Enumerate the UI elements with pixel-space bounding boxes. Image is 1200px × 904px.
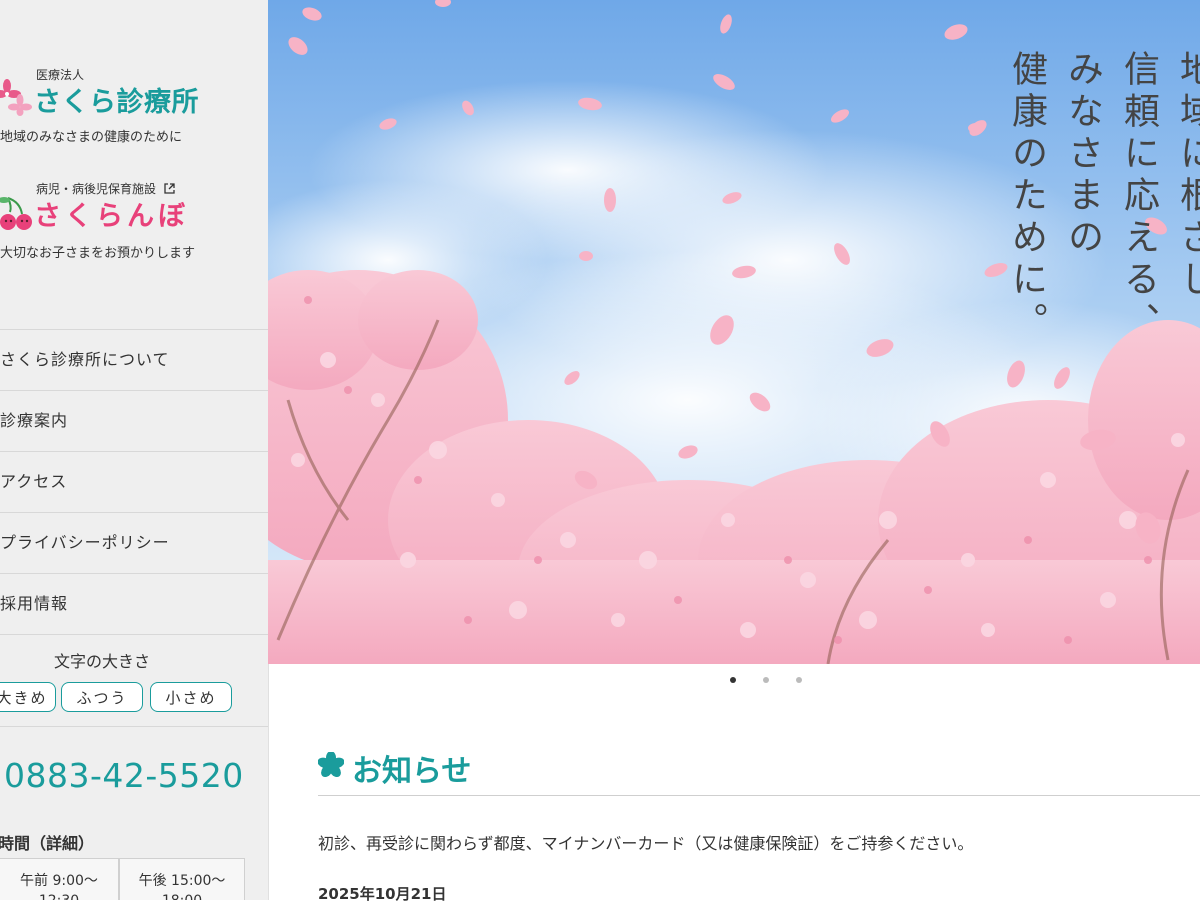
nav-item-about[interactable]: さくら診療所について (0, 330, 268, 391)
clinic-name: さくら診療所 (34, 87, 199, 118)
news-heading-title: お知らせ (352, 754, 472, 789)
hours-table: 午前 9:00〜 12:30 午後 15:00〜 18:00 (0, 858, 245, 900)
font-size-large-button[interactable]: 大きめ (0, 682, 56, 712)
clinic-logo-link[interactable]: 医療法人 さくら診療所 地域のみなさまの健康のために (0, 66, 230, 146)
hero-catch-line-3: みなさまの (1062, 50, 1103, 260)
nav-item-privacy[interactable]: プライバシーポリシー (0, 513, 268, 574)
nursery-name: さくらんぼ (34, 201, 189, 232)
font-size-label: 文字の大きさ (53, 652, 150, 671)
hours-title: 時間（詳細） (0, 834, 95, 853)
hours-cell-am: 午前 9:00〜 12:30 (0, 859, 119, 900)
slider-dot-2[interactable] (763, 677, 769, 683)
font-size-small-button[interactable]: 小さめ (150, 682, 232, 712)
nursery-tagline: 大切なお子さまをお預かりします (0, 246, 196, 261)
slider-dot-1[interactable] (730, 677, 736, 683)
nav-item-recruit[interactable]: 採用情報 (0, 574, 268, 635)
font-size-normal-button[interactable]: ふつう (61, 682, 143, 712)
hours-cell-pm: 午後 15:00〜 18:00 (119, 859, 245, 900)
font-size-switcher: 文字の大きさ 大きめ ふつう 小さめ (0, 636, 268, 727)
nursery-logo-link[interactable]: 病児・病後児保育施設 さくらんぼ 大切なお子さまをお預かりします (0, 180, 230, 261)
slider-dot-3[interactable] (796, 677, 802, 683)
nav-item-access[interactable]: アクセス (0, 452, 268, 513)
phone-number-link[interactable]: 0883-42-5520 (4, 756, 244, 795)
news-divider (318, 795, 1200, 796)
hero-catch-line-2: 信頼に応える、 (1118, 50, 1159, 344)
hero-catch-line-4: 健康のために。 (1006, 50, 1047, 344)
cherry-icon (0, 192, 34, 236)
hero-catch-line-1: 地域に根ざし (1174, 50, 1200, 302)
sakura-flower-icon (317, 751, 345, 782)
sakura-flower-icon (0, 76, 32, 120)
sidebar: 医療法人 さくら診療所 地域のみなさまの健康のために 病児・病後児保育施設 さく… (0, 0, 269, 900)
news-item-text: 初診、再受診に関わらず都度、マイナンバーカード（又は健康保険証）をご持参ください… (318, 834, 974, 853)
clinic-tagline: 地域のみなさまの健康のために (0, 130, 183, 145)
main-nav: さくら診療所について 診療案内 アクセス プライバシーポリシー 採用情報 (0, 329, 268, 635)
news-date: 2025年10月21日 (318, 885, 447, 903)
nav-item-medical-info[interactable]: 診療案内 (0, 391, 268, 452)
